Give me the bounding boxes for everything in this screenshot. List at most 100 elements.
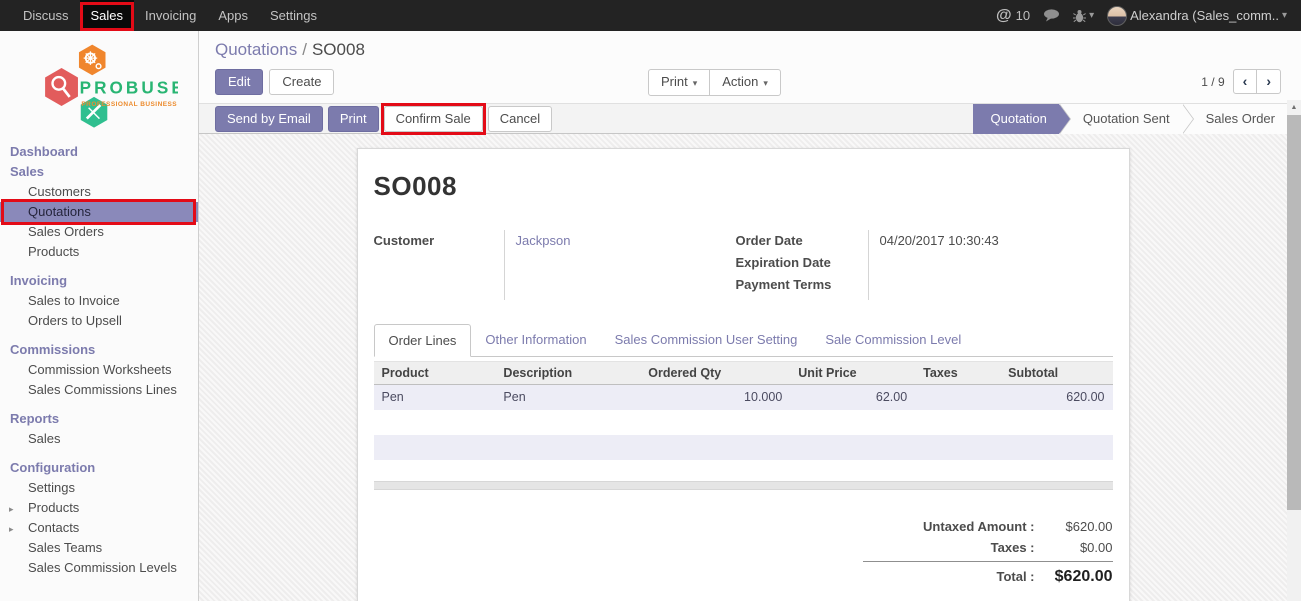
user-avatar: [1107, 6, 1127, 26]
total-label: Total :: [996, 569, 1034, 584]
customer-label: Customer: [374, 230, 504, 252]
expiration-date-value: [880, 252, 1113, 274]
form-view-background: SO008 Customer Jackpson Order Date E: [199, 134, 1287, 601]
chat-icon[interactable]: [1043, 9, 1060, 22]
status-steps: Quotation Quotation Sent Sales Order: [973, 104, 1287, 134]
cell-description: Pen: [495, 385, 640, 410]
vertical-scrollbar[interactable]: ▲: [1287, 100, 1301, 601]
total-value: $620.00: [1035, 568, 1113, 586]
mention-count: 10: [1016, 8, 1030, 23]
sidebar-item-sales-report[interactable]: Sales: [0, 429, 198, 449]
untaxed-amount-label: Untaxed Amount :: [923, 519, 1034, 534]
magnifier-hexagon-icon: [45, 68, 78, 106]
send-by-email-button[interactable]: Send by Email: [215, 106, 323, 132]
sidebar-section-commissions[interactable]: Commissions: [0, 340, 198, 360]
tab-order-lines[interactable]: Order Lines: [374, 324, 472, 357]
sidebar-item-commission-worksheets[interactable]: Commission Worksheets: [0, 360, 198, 380]
customer-value-link[interactable]: Jackpson: [516, 233, 571, 248]
order-sheet: SO008 Customer Jackpson Order Date E: [357, 148, 1130, 601]
sidebar-item-products-config[interactable]: Products: [0, 498, 198, 518]
main-panel: Quotations / SO008 Edit Create Print Actio…: [199, 31, 1301, 601]
tab-sales-commission-user-setting[interactable]: Sales Commission User Setting: [601, 324, 812, 356]
horizontal-scrollbar[interactable]: [374, 481, 1113, 490]
probuse-logo: PROBUSE PROFESSIONAL BUSINESS: [0, 31, 198, 138]
column-header-subtotal[interactable]: Subtotal: [1000, 362, 1112, 385]
sidebar-item-customers[interactable]: Customers: [0, 182, 198, 202]
sidebar-section-reports[interactable]: Reports: [0, 409, 198, 429]
cell-ordered-qty: 10.000: [640, 385, 790, 410]
order-line-row[interactable]: Pen Pen 10.000 62.00 620.00: [374, 385, 1113, 410]
confirm-sale-button[interactable]: Confirm Sale: [384, 106, 483, 132]
payment-terms-label: Payment Terms: [736, 274, 868, 296]
user-name: Alexandra (Sales_comm..: [1130, 8, 1279, 23]
empty-row: [374, 410, 1113, 435]
breadcrumb-quotations-link[interactable]: Quotations: [215, 40, 297, 59]
sidebar-item-quotations[interactable]: Quotations: [0, 202, 198, 222]
notebook-tabs: Order Lines Other Information Sales Comm…: [374, 324, 1113, 357]
untaxed-amount-value: $620.00: [1035, 519, 1113, 534]
breadcrumb: Quotations/SO008: [215, 40, 1287, 60]
sidebar-item-sales-to-invoice[interactable]: Sales to Invoice: [0, 291, 198, 311]
status-step-sales-order[interactable]: Sales Order: [1182, 104, 1287, 134]
sidebar-item-sales-orders[interactable]: Sales Orders: [0, 222, 198, 242]
scrollbar-thumb[interactable]: [1287, 115, 1301, 510]
empty-row: [374, 435, 1113, 460]
sidebar-section-invoicing[interactable]: Invoicing: [0, 271, 198, 291]
pager-previous-button[interactable]: ‹: [1233, 69, 1258, 94]
sidebar-section-configuration[interactable]: Configuration: [0, 458, 198, 478]
top-navbar: Discuss Sales Invoicing Apps Settings 10…: [0, 0, 1301, 31]
pager-counter: 1 / 9: [1201, 75, 1224, 89]
sidebar-item-dashboard[interactable]: Dashboard: [0, 142, 198, 162]
expiration-date-label: Expiration Date: [736, 252, 868, 274]
taxes-value: $0.00: [1035, 540, 1113, 555]
nav-item-discuss[interactable]: Discuss: [12, 0, 80, 31]
breadcrumb-separator: /: [302, 40, 307, 59]
sidebar-item-sales-teams[interactable]: Sales Teams: [0, 538, 198, 558]
cancel-button[interactable]: Cancel: [488, 106, 552, 132]
sidebar-item-settings[interactable]: Settings: [0, 478, 198, 498]
page-title: SO008: [374, 171, 1113, 202]
column-header-unit-price[interactable]: Unit Price: [790, 362, 915, 385]
top-nav-menu: Discuss Sales Invoicing Apps Settings: [0, 0, 328, 31]
action-dropdown[interactable]: Action: [709, 69, 781, 96]
bug-icon[interactable]: [1073, 9, 1094, 23]
tab-other-information[interactable]: Other Information: [471, 324, 600, 356]
logo-title: PROBUSE: [80, 77, 178, 97]
cell-unit-price: 62.00: [790, 385, 915, 410]
statusbar: Send by Email Print Confirm Sale Cancel …: [199, 103, 1301, 134]
sidebar-item-contacts[interactable]: Contacts: [0, 518, 198, 538]
user-menu[interactable]: Alexandra (Sales_comm..: [1107, 6, 1287, 26]
nav-item-apps[interactable]: Apps: [207, 0, 259, 31]
order-date-value: 04/20/2017 10:30:43: [880, 230, 1113, 252]
pager-next-button[interactable]: ›: [1256, 69, 1281, 94]
status-step-quotation-sent[interactable]: Quotation Sent: [1059, 104, 1182, 134]
logo-tagline: PROFESSIONAL BUSINESS: [81, 101, 177, 108]
nav-item-invoicing[interactable]: Invoicing: [134, 0, 207, 31]
payment-terms-value: [880, 274, 1113, 296]
sidebar-item-products[interactable]: Products: [0, 242, 198, 262]
sidebar-item-sales[interactable]: Sales: [0, 162, 198, 182]
order-lines-table: Product Description Ordered Qty Unit Pri…: [374, 361, 1113, 460]
cell-subtotal: 620.00: [1000, 385, 1112, 410]
sidebar-item-sales-commissions-lines[interactable]: Sales Commissions Lines: [0, 380, 198, 400]
sidebar-item-orders-to-upsell[interactable]: Orders to Upsell: [0, 311, 198, 331]
print-button[interactable]: Print: [328, 106, 379, 132]
sidebar: PROBUSE PROFESSIONAL BUSINESS Dashboard …: [0, 31, 199, 601]
scroll-up-icon[interactable]: ▲: [1287, 100, 1301, 115]
edit-button[interactable]: Edit: [215, 69, 263, 95]
taxes-label: Taxes :: [991, 540, 1035, 555]
column-header-taxes[interactable]: Taxes: [915, 362, 1000, 385]
nav-item-sales[interactable]: Sales: [80, 0, 135, 31]
column-header-product[interactable]: Product: [374, 362, 496, 385]
column-header-ordered-qty[interactable]: Ordered Qty: [640, 362, 790, 385]
sidebar-item-sales-commission-levels[interactable]: Sales Commission Levels: [0, 558, 198, 578]
tab-sale-commission-level[interactable]: Sale Commission Level: [811, 324, 975, 356]
pager: 1 / 9 ‹ ›: [1201, 69, 1281, 94]
column-header-description[interactable]: Description: [495, 362, 640, 385]
create-button[interactable]: Create: [269, 69, 334, 95]
print-dropdown[interactable]: Print: [648, 69, 710, 96]
cell-taxes: [915, 385, 1000, 410]
status-step-quotation[interactable]: Quotation: [973, 104, 1059, 134]
nav-item-settings[interactable]: Settings: [259, 0, 328, 31]
mentions-badge[interactable]: 10: [996, 7, 1030, 25]
